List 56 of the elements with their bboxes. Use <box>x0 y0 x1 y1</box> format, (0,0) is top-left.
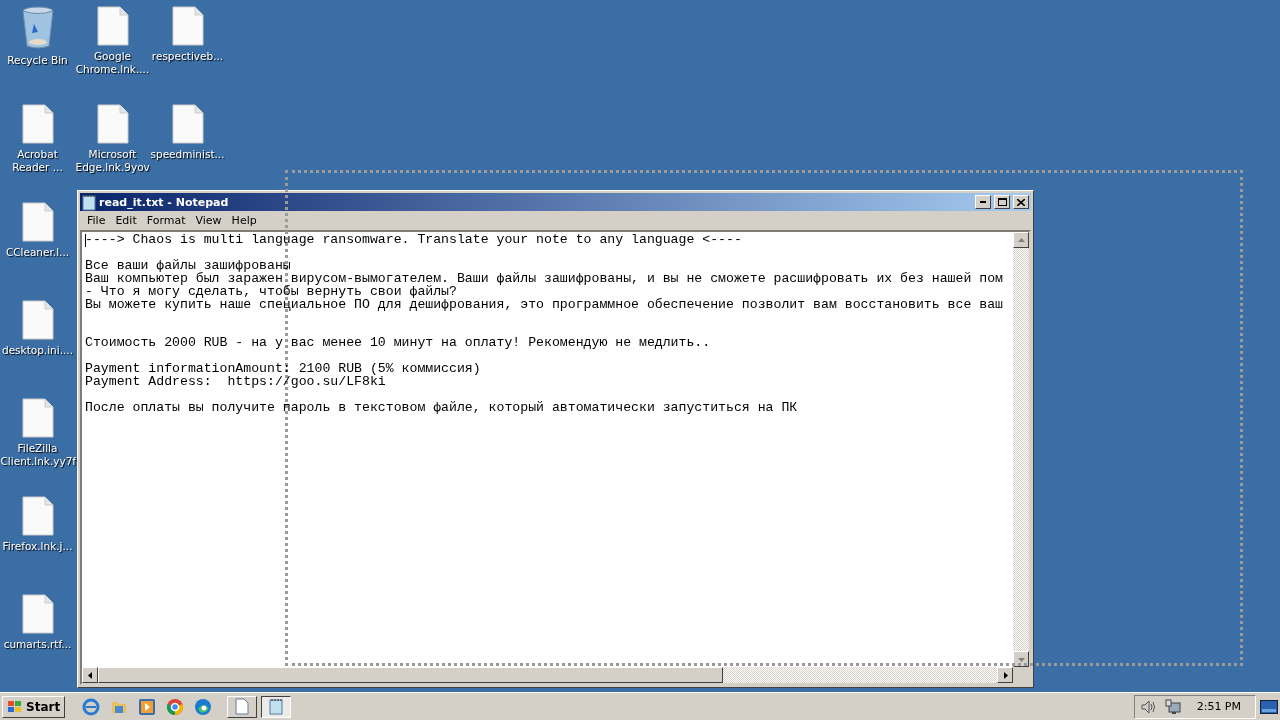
document-icon <box>21 398 54 438</box>
start-button[interactable]: Start <box>2 695 66 718</box>
vertical-scrollbar[interactable] <box>1013 232 1029 667</box>
menu-item[interactable]: View <box>190 214 227 227</box>
windows-logo-icon <box>7 699 23 714</box>
media-player-icon[interactable] <box>138 697 157 716</box>
icon-label[interactable]: Firefox.lnk.j... <box>0 540 75 553</box>
right-arrow-icon <box>1001 671 1009 679</box>
close-button[interactable] <box>1013 195 1029 209</box>
show-desktop-icon[interactable] <box>1260 699 1278 714</box>
recycle-bin-icon <box>20 6 55 50</box>
icon-label[interactable]: Recycle Bin <box>0 54 75 67</box>
document-icon <box>235 698 250 715</box>
menu-item[interactable]: Help <box>226 214 262 227</box>
document-icon <box>96 6 129 46</box>
close-icon <box>1017 198 1025 206</box>
document-icon <box>21 496 54 536</box>
menu-item[interactable]: Format <box>141 214 191 227</box>
icon-label[interactable]: respectiveb... <box>150 50 225 63</box>
icon-label[interactable]: cumarts.rtf... <box>0 638 75 651</box>
document-icon <box>171 104 204 144</box>
icon-label[interactable]: desktop.ini.... <box>0 344 75 357</box>
icon-label[interactable]: CCleaner.l... <box>0 246 75 259</box>
speaker-icon[interactable] <box>1140 699 1157 714</box>
document-icon <box>21 202 54 242</box>
minimize-icon <box>980 201 986 203</box>
taskbar-button[interactable] <box>261 695 292 718</box>
icon-label[interactable]: Microsoft Edge.lnk.9yov <box>75 148 150 174</box>
notepad-icon <box>269 698 284 715</box>
text-cursor <box>85 234 86 247</box>
up-arrow-icon <box>1017 236 1025 244</box>
menu-item[interactable]: File <box>82 214 111 227</box>
document-icon <box>21 300 54 340</box>
icon-label[interactable]: Google Chrome.lnk.... <box>75 50 150 76</box>
browser-e-icon[interactable] <box>82 697 101 716</box>
document-icon <box>21 594 54 634</box>
chrome-icon[interactable] <box>166 697 185 716</box>
minimize-button[interactable] <box>975 195 991 209</box>
window-title: read_it.txt - Notepad <box>99 195 230 209</box>
maximize-icon <box>997 198 1007 206</box>
document-icon <box>171 6 204 46</box>
icon-label[interactable]: speedminist... <box>150 148 225 161</box>
document-icon <box>21 104 54 144</box>
left-arrow-icon <box>86 671 94 679</box>
horizontal-scrollbar[interactable] <box>82 667 1013 683</box>
maximize-button[interactable] <box>994 195 1010 209</box>
clock[interactable]: 2:51 PM <box>1196 700 1241 713</box>
document-icon <box>96 104 129 144</box>
network-icon[interactable] <box>1164 698 1181 715</box>
down-arrow-icon <box>1017 655 1025 663</box>
icon-label[interactable]: FileZilla Client.lnk.yy7f <box>0 442 75 468</box>
notepad-icon <box>82 193 96 211</box>
scroll-thumb[interactable] <box>98 667 723 683</box>
edge-icon[interactable] <box>194 697 213 716</box>
icon-label[interactable]: Acrobat Reader ... <box>0 148 75 174</box>
menu-item[interactable]: Edit <box>110 214 142 227</box>
